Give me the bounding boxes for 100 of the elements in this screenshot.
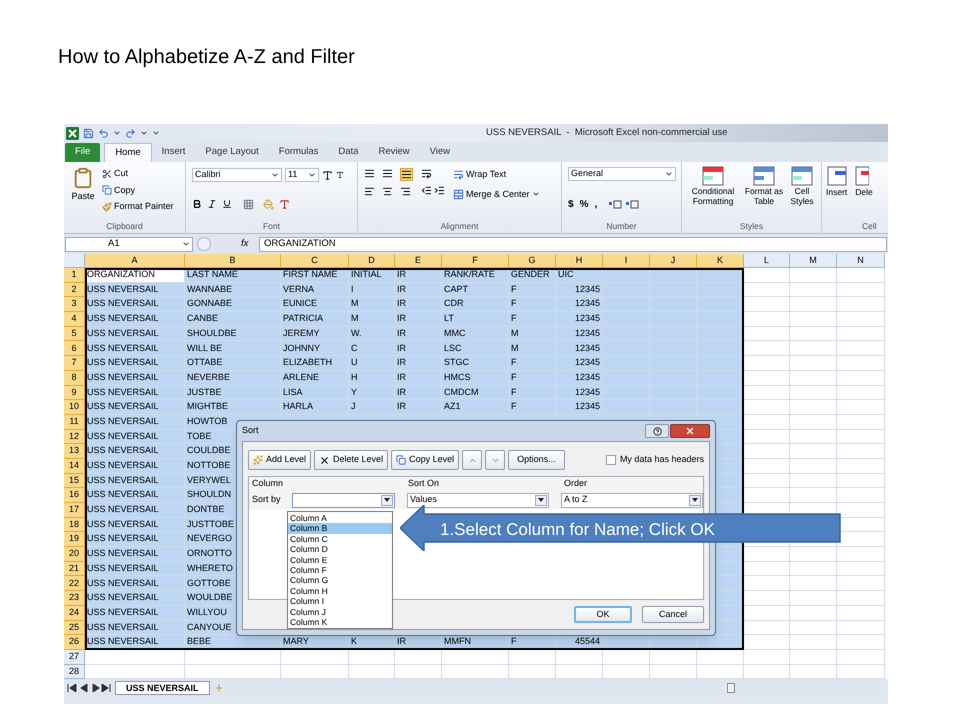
font-color-icon[interactable] [279, 198, 290, 210]
checkbox[interactable] [606, 455, 616, 465]
undo-icon[interactable] [98, 128, 109, 138]
name-box[interactable]: A1 [65, 236, 193, 252]
number-format-button[interactable]: % [580, 197, 588, 212]
sort-on-dropdown[interactable]: Values [407, 492, 550, 508]
row-header[interactable]: 24 [64, 606, 85, 620]
wrap-text-button[interactable]: Wrap Text [453, 168, 540, 182]
increase-indent-icon[interactable] [434, 185, 445, 196]
row-header[interactable]: 8 [64, 370, 85, 386]
dropdown-option[interactable]: Column J [288, 606, 392, 617]
column-header[interactable]: A [85, 254, 185, 268]
cancel-button[interactable]: Cancel [642, 606, 704, 623]
column-header[interactable]: J [650, 254, 697, 268]
top-align-icon[interactable] [364, 168, 375, 179]
row-header[interactable]: 16 [64, 488, 85, 503]
format-painter-button[interactable]: Format Painter [102, 200, 174, 214]
column-header[interactable]: K [697, 254, 744, 268]
help-button[interactable] [645, 424, 669, 438]
insert-function-button[interactable]: fx [241, 236, 255, 252]
dropdown-option[interactable]: Column H [288, 586, 392, 596]
redo-icon[interactable] [125, 128, 136, 138]
decimal-places-icon[interactable] [609, 200, 640, 210]
row-header[interactable]: 13 [64, 444, 85, 459]
number-format-button[interactable]: $ [568, 197, 574, 212]
row-header[interactable]: 15 [64, 474, 85, 488]
sheet-tab[interactable]: USS NEVERSAIL [115, 681, 210, 696]
row-header[interactable]: 6 [64, 341, 85, 356]
ribbon-tab[interactable]: Formulas [268, 143, 328, 162]
row-header[interactable]: 23 [64, 591, 85, 606]
formula-field[interactable]: ORGANIZATION [259, 236, 887, 252]
ribbon-tab[interactable]: Review [368, 143, 420, 162]
row-header[interactable]: 1 [64, 268, 85, 283]
row-header[interactable]: 21 [64, 562, 85, 576]
align-right-icon[interactable] [400, 186, 411, 197]
font-size-field[interactable]: 11 [285, 168, 319, 182]
column-header[interactable]: B [185, 254, 281, 268]
font-name-field[interactable]: Calibri [192, 168, 282, 182]
borders-icon[interactable] [243, 198, 254, 210]
row-header[interactable]: 5 [64, 326, 85, 342]
ribbon-tab[interactable]: Home [104, 143, 152, 162]
row-header[interactable]: 25 [64, 620, 85, 636]
row-header[interactable]: 11 [64, 414, 85, 430]
ribbon-tab[interactable]: File [65, 143, 100, 162]
format-as-table-button[interactable]: Format as Table [744, 166, 784, 206]
paste-button[interactable]: Paste [68, 166, 98, 220]
row-header[interactable]: 26 [64, 635, 85, 650]
dropdown-option[interactable]: Column K [288, 616, 392, 628]
decrease-indent-icon[interactable] [421, 185, 432, 196]
scrollbar-icon[interactable] [727, 683, 735, 694]
dropdown-option[interactable]: Column A [288, 513, 392, 524]
column-header[interactable]: E [395, 254, 442, 268]
cut-button[interactable]: Cut [102, 167, 174, 180]
row-header[interactable]: 3 [64, 297, 85, 312]
row-header[interactable]: 9 [64, 386, 85, 400]
bottom-align-icon[interactable] [400, 168, 413, 181]
bold-icon[interactable] [192, 199, 202, 210]
shrink-font-icon[interactable] [336, 171, 344, 179]
dropdown-option[interactable]: Column F [288, 564, 392, 576]
number-format-button[interactable]: , [594, 197, 598, 212]
copy-button[interactable]: Copy [102, 184, 174, 197]
row-header[interactable]: 28 [64, 664, 85, 680]
ribbon-tab[interactable]: Insert [152, 143, 196, 162]
row-header[interactable]: 12 [64, 430, 85, 444]
close-button[interactable] [670, 424, 710, 438]
sheet-navigation-icon[interactable] [67, 684, 111, 692]
save-icon[interactable] [83, 128, 94, 138]
column-header[interactable]: I [603, 254, 650, 268]
dropdown-option[interactable]: Column E [288, 554, 392, 565]
merge-center-button[interactable]: Merge & Center [453, 188, 540, 201]
order-dropdown[interactable]: A to Z [560, 492, 703, 508]
dropdown-option[interactable]: Column B [288, 523, 392, 534]
ribbon-tab[interactable]: Page Layout [195, 143, 269, 162]
row-header[interactable]: 17 [64, 503, 85, 518]
row-header[interactable]: 7 [64, 356, 85, 371]
number-format-field[interactable]: General [568, 167, 676, 181]
column-dropdown[interactable] [292, 492, 396, 508]
underline-icon[interactable] [222, 199, 232, 210]
orientation-icon[interactable] [421, 168, 432, 179]
fill-color-icon[interactable] [263, 198, 274, 210]
dropdown-option[interactable]: Column D [288, 544, 392, 555]
delete-cells-button[interactable]: Dele [855, 166, 873, 199]
grow-font-icon[interactable] [322, 170, 333, 180]
row-header[interactable]: 4 [64, 312, 85, 327]
row-header[interactable]: 27 [64, 650, 85, 665]
row-header[interactable]: 14 [64, 458, 85, 474]
cell-styles-button[interactable]: Cell Styles [786, 166, 818, 206]
column-header[interactable]: M [790, 254, 837, 268]
italic-icon[interactable] [207, 199, 217, 210]
ok-button[interactable]: OK [574, 606, 632, 623]
dropdown-option[interactable]: Column C [288, 534, 392, 544]
column-header[interactable]: F [442, 254, 509, 268]
middle-align-icon[interactable] [382, 168, 393, 179]
ribbon-tab[interactable]: View [420, 143, 460, 162]
dropdown-option[interactable]: Column I [288, 596, 392, 607]
options-button[interactable]: Options... [508, 450, 565, 470]
column-header[interactable]: H [556, 254, 603, 268]
column-header[interactable]: L [744, 254, 790, 268]
column-header[interactable]: C [281, 254, 349, 268]
column-header[interactable]: D [349, 254, 395, 268]
